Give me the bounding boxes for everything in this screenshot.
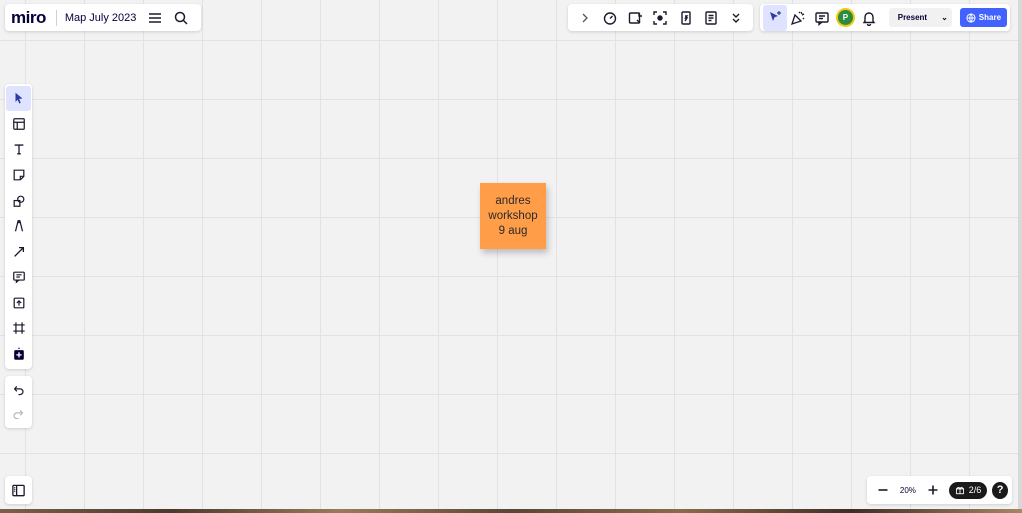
gift-icon [955, 486, 964, 495]
frame-tool[interactable] [6, 316, 31, 341]
comment-icon [12, 271, 25, 284]
zoom-in-button[interactable] [921, 477, 945, 503]
timer-button[interactable] [597, 5, 622, 31]
cursor-icon [15, 93, 22, 104]
header-divider [55, 9, 57, 26]
cursor-arrow-icon [769, 10, 781, 21]
board-canvas[interactable] [0, 0, 1018, 509]
sticky-note-tool[interactable] [6, 163, 31, 188]
notes-icon [705, 10, 717, 25]
shapes-tool[interactable] [6, 188, 31, 213]
chevron-down-icon[interactable]: ⌄ [941, 13, 948, 22]
voting-button[interactable] [673, 5, 698, 31]
cursor-mode-button[interactable] [763, 4, 787, 31]
minus-icon [878, 489, 888, 491]
upload-icon [13, 297, 24, 309]
arrow-icon [13, 246, 24, 257]
search-button[interactable] [168, 5, 194, 31]
help-button[interactable]: ? [992, 481, 1008, 499]
text-tool[interactable] [6, 137, 31, 162]
notifications-button[interactable] [857, 5, 881, 31]
focus-icon [653, 10, 668, 25]
globe-icon [966, 12, 976, 23]
collaboration-toolbar [568, 4, 753, 31]
sidebar-icon [12, 484, 25, 496]
connection-line-tool[interactable] [6, 239, 31, 264]
menu-button[interactable] [142, 5, 168, 31]
more-tools-button[interactable] [724, 5, 749, 31]
pen-icon [14, 220, 23, 232]
sticky-note-line: workshop [488, 209, 538, 222]
upload-tool[interactable] [6, 290, 31, 315]
avatar: P [837, 10, 853, 25]
creation-toolbar [5, 84, 32, 369]
frame-icon [12, 322, 25, 334]
present-label: Present [897, 13, 928, 22]
window-edge [1018, 0, 1022, 513]
comment-icon [815, 11, 829, 26]
miro-logo[interactable]: miro [11, 8, 46, 28]
celebrate-button[interactable] [787, 5, 811, 31]
comments-button[interactable] [810, 5, 834, 31]
share-label: Share [978, 13, 1002, 22]
pen-tool[interactable] [6, 214, 31, 239]
plus-icon [928, 485, 938, 495]
double-chevron-down-icon [732, 13, 740, 23]
comment-tool[interactable] [6, 265, 31, 290]
sticky-note-line: andres [495, 194, 531, 207]
history-toolbar [5, 376, 32, 428]
more-apps-tool[interactable] [6, 341, 31, 366]
share-toolbar: P Present ⌄ Share [760, 4, 1010, 31]
chevron-right-icon [582, 13, 588, 22]
sticky-note[interactable]: andres workshop 9 aug [480, 183, 546, 249]
vote-icon [681, 10, 691, 25]
undo-button[interactable] [6, 378, 31, 402]
party-popper-icon [791, 11, 805, 25]
shapes-icon [13, 195, 24, 207]
redo-button[interactable] [6, 402, 31, 426]
redo-icon [13, 409, 23, 419]
focus-button[interactable] [648, 5, 673, 31]
select-tool[interactable] [6, 86, 31, 111]
search-icon [175, 11, 188, 25]
expand-toolbar-button[interactable] [572, 5, 597, 31]
text-icon [14, 144, 23, 155]
templates-tool[interactable] [6, 112, 31, 137]
sticky-note-text: andres workshop 9 aug [488, 194, 537, 239]
undo-icon [14, 385, 24, 395]
board-title[interactable]: Map July 2023 [65, 12, 137, 24]
frames-pages-button[interactable]: 2/6 [948, 481, 988, 499]
zoom-controls: 20% 2/6 ? [867, 476, 1012, 504]
template-icon [12, 118, 25, 130]
notes-button[interactable] [698, 5, 723, 31]
board-header: miro Map July 2023 [5, 4, 201, 31]
zoom-level[interactable]: 20% [895, 486, 921, 495]
bell-icon [862, 11, 876, 26]
user-avatar[interactable]: P [834, 5, 858, 31]
share-button[interactable]: Share [959, 8, 1008, 27]
sticker-icon [629, 11, 643, 24]
sticky-note-line: 9 aug [498, 224, 528, 237]
present-button[interactable]: Present ⌄ [888, 8, 952, 27]
sticky-note-icon [13, 169, 24, 181]
zoom-out-button[interactable] [871, 477, 895, 503]
reactions-button[interactable] [623, 5, 648, 31]
hamburger-icon [149, 12, 162, 23]
pages-indicator: 2/6 [968, 485, 982, 495]
add-app-icon [13, 347, 24, 360]
board-panel-toggle[interactable] [5, 476, 32, 504]
timer-icon [603, 11, 617, 25]
desktop-background [0, 509, 1022, 513]
